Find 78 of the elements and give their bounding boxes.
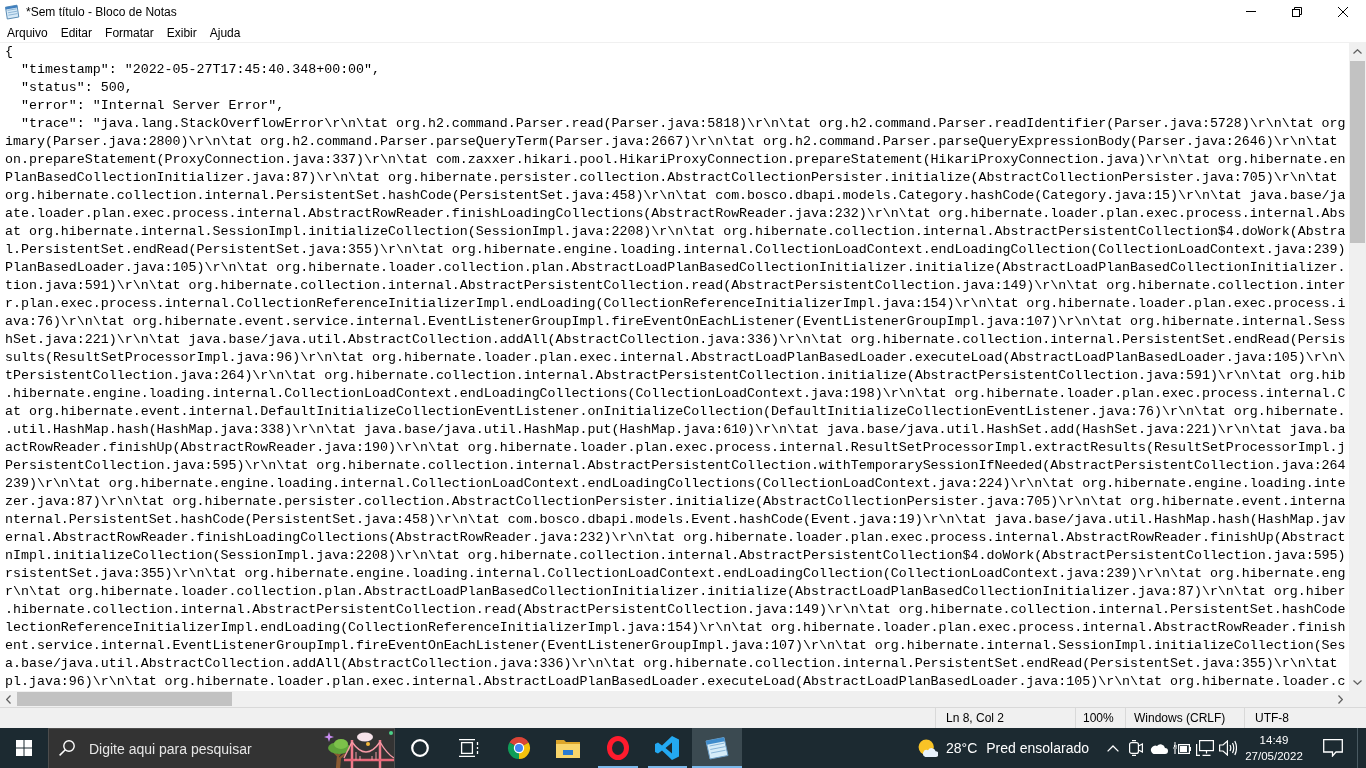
text-line: at org.hibernate.event.internal.DefaultInitializeCollectionEventListener.onInitializeCollection(DefaultInitializeCollectionEventListener.java:76)\r\n\tat org.hibernate.: [5, 403, 1346, 421]
notifications-icon[interactable]: [1323, 739, 1343, 757]
clock-date[interactable]: 27/05/2022: [1245, 748, 1303, 764]
text-line: .hibernate.engine.loading.internal.CollectionLoadContext.endLoadingCollections(CollectionLoadContext.java:198)\r\n\tat org.hibernate.loader.plan.exec.process.internal.C: [5, 385, 1346, 403]
search-field[interactable]: Digite aqui para pesquisar: [48, 728, 395, 768]
cloud-icon[interactable]: [1149, 742, 1168, 754]
text-line: imary(Parser.java:2800)\r\n\tat org.h2.command.Parser.parseQueryTerm(Parser.java:2667)\r\n\tat org.h2.command.Parser.parseQueryExpressionBody(Parser.java:2646)\r\n\tat: [5, 133, 1338, 151]
text-line: actRowReader.finishUp(AbstractRowReader.java:190)\r\n\tat org.hibernate.loader.plan.exec.process.internal.ResultSetProcessorImpl.extractResults(ResultSetProcessorImpl.j: [5, 439, 1346, 457]
text-line: hSet.java:221)\r\n\tat java.base/java.util.AbstractCollection.addAll(AbstractCollection.java:336)\r\n\tat org.hibernate.collection.internal.PersistentSet.endRead(Persis: [5, 331, 1346, 349]
scrollbar-thumb[interactable]: [17, 692, 232, 706]
text-line: a.base/java.util.AbstractCollection.addAll(AbstractCollection.java:336)\r\n\tat org.hibernate.collection.internal.PersistentSet.endRead(PersistentSet.java:355)\r\n\tat: [5, 655, 1338, 673]
sun-cloud-icon[interactable]: [917, 739, 938, 757]
text-line: zer.java:87)\r\n\tat org.hibernate.persister.collection.AbstractCollectionPersister.initialize(AbstractCollectionPersister.java:705)\r\n\tat org.hibernate.event.interna: [5, 493, 1346, 511]
text-line: ate.loader.plan.exec.process.internal.AbstractRowReader.finishLoadingCollections(AbstractRowReader.java:232)\r\n\tat org.hibernate.loader.plan.exec.process.internal.Abs: [5, 205, 1346, 223]
windows-logo-icon[interactable]: [16, 740, 32, 756]
vertical-scrollbar[interactable]: [1349, 43, 1366, 691]
menu-item[interactable]: Exibir: [159, 24, 203, 41]
window-title: *Sem título - Bloco de Notas: [26, 4, 177, 19]
search-icon: [59, 740, 75, 756]
chevron-up-icon[interactable]: [1106, 744, 1119, 752]
letter-o-icon: [606, 736, 629, 760]
text-line: lectionReferenceInitializerImpl.endLoading(CollectionReferenceInitializerImpl.java:154)\r\n\tat org.hibernate.loader.plan.exec.process.internal.AbstractRowReader.finish: [5, 619, 1346, 637]
text-line: rsistentSet.java:355)\r\n\tat org.hibernate.engine.loading.internal.CollectionLoadContext.endLoadingCollection(CollectionLoadContext.java:239)\r\n\tat org.hibernate.eng: [5, 565, 1346, 583]
text-line: .util.HashMap.hash(HashMap.java:338)\r\n\tat java.base/java.util.HashMap.put(HashMap.java:610)\r\n\tat java.base/java.util.HashSet.add(HashSet.java:221)\r\n\tat java.ba: [5, 421, 1346, 439]
close-icon: [1338, 6, 1348, 17]
code-editor-icon: [655, 736, 680, 760]
text-line: nternal.PersistentSet.hashCode(PersistentSet.java:458)\r\n\tat com.bosco.dbapi.models.Event.hashCode(Event.java:19)\r\n\tat java.base/java.util.HashMap.hash(HashMap.jav: [5, 511, 1346, 529]
text-line: {: [5, 43, 13, 61]
chevron-up-icon: [1353, 49, 1362, 54]
text-line: "error": "Internal Server Error",: [19, 97, 285, 115]
menu-item[interactable]: Formatar: [98, 24, 160, 41]
circle-icon[interactable]: [410, 739, 429, 757]
text-line: tion.java:591)\r\n\tat org.hibernate.collection.internal.AbstractPersistentCollection.read(AbstractPersistentCollection.java:149)\r\n\tat org.hibernate.collection.inter: [5, 277, 1346, 295]
text-line: "timestamp": "2022-05-27T17:45:40.348+00:00",: [19, 61, 381, 79]
menu-item[interactable]: Editar: [53, 24, 99, 41]
chevron-left-icon: [6, 694, 11, 704]
temperature-text[interactable]: 28°C: [945, 740, 978, 756]
text-line: .hibernate.collection.internal.AbstractPersistentCollection.read(AbstractPersistentCollection.java:149)\r\n\tat org.hibernate.collection.internal.PersistentSet.hashCode: [5, 601, 1346, 619]
menu-item[interactable]: Ajuda: [202, 24, 247, 41]
speaker-icon[interactable]: [1218, 740, 1237, 756]
text-line: on.prepareStatement(ProxyConnection.java:337)\r\n\tat com.zaxxer.hikari.pool.HikariProxyConnection.prepareStatement(HikariProxyConnection.java)\r\n\tat org.hibernate.en: [5, 151, 1346, 169]
chevron-down-icon: [1353, 680, 1362, 685]
text-line: r\n\tat org.hibernate.loader.collection.plan.AbstractLoadPlanBasedCollectionInitializer.initialize(AbstractLoadPlanBasedCollectionInitializer.java:87)\r\n\tat org.hiber: [5, 583, 1346, 601]
weather-text[interactable]: Pred ensolarado: [986, 740, 1089, 756]
text-line: nImpl.initializeCollection(SessionImpl.java:2208)\r\n\tat org.hibernate.collection.internal.AbstractPersistentCollection$4.doWork(AbstractPersistentCollection.java:595): [5, 547, 1346, 565]
text-line: tPersistentCollection.java:264)\r\n\tat org.hibernate.collection.internal.AbstractPersistentCollection.initialize(AbstractPersistentCollection.java:591)\r\n\tat org.hib: [5, 367, 1346, 385]
browser-icon: [506, 736, 531, 760]
text-line: at org.hibernate.internal.SessionImpl.initializeCollection(SessionImpl.java:2208)\r\n\tat org.hibernate.collection.internal.AbstractPersistentCollection$4.doWork(Abstra: [5, 223, 1346, 241]
text-line: r.plan.exec.process.internal.CollectionReferenceInitializerImpl.endLoading(CollectionReferenceInitializerImpl.java:154)\r\n\tat org.hibernate.loader.plan.exec.process.i: [5, 295, 1346, 313]
task-view-icon[interactable]: [459, 739, 480, 757]
menu-item[interactable]: Arquivo: [0, 24, 54, 41]
text-line: l.PersistentSet.endRead(PersistentSet.java:355)\r\n\tat org.hibernate.engine.loading.internal.CollectionLoadContext.endLoadingCollection(CollectionLoadContext.java:239): [5, 241, 1346, 259]
webcam-icon[interactable]: [1128, 740, 1143, 756]
text-line: PersistentCollection.java:595)\r\n\tat org.hibernate.collection.internal.AbstractPersistentCollection.withTemporarySessionIfNeeded(AbstractPersistentCollection.java:264: [5, 457, 1346, 475]
text-line: ent.service.internal.EventListenerGroupImpl.fireEventOnEachListener(EventListenerGroupImpl.java:107)\r\n\tat org.hibernate.internal.SessionImpl.initializeCollection(Ses: [5, 637, 1346, 655]
text-line: pl.java:96)\r\n\tat org.hibernate.loader.plan.exec.internal.AbstractLoadPlanBasedLoader.executeLoad(AbstractLoadPlanBasedLoader.java:105)\r\n\tat org.hibernate.loader.c: [5, 673, 1346, 691]
taskbar-app-button[interactable]: [692, 728, 742, 768]
horizontal-scrollbar[interactable]: [0, 691, 1349, 707]
network-monitor-icon[interactable]: [1195, 740, 1214, 756]
clock-time[interactable]: 14:49: [1259, 732, 1289, 748]
notepad-icon: [704, 736, 729, 760]
minimize-icon: [1246, 11, 1256, 12]
scrollbar-thumb[interactable]: [1350, 61, 1365, 243]
text-line: PlanBasedLoader.java:105)\r\n\tat org.hibernate.loader.collection.plan.AbstractLoadPlanBasedCollectionInitializer.initialize(AbstractLoadPlanBasedCollectionInitializer.: [5, 259, 1346, 277]
folder-icon: [556, 738, 581, 758]
text-line: ava:76)\r\n\tat org.hibernate.event.service.internal.EventListenerGroupImpl.fireEventOnEachListener(EventListenerGroupImpl.java:107)\r\n\tat org.hibernate.internal.Sess: [5, 313, 1346, 331]
text-line: "trace": "java.lang.StackOverflowError\r\n\tat org.h2.command.Parser.read(Parser.java:5818)\r\n\tat org.h2.command.Parser.readIdentifier(Parser.java:5728)\r\n\tat org: [19, 115, 1346, 133]
tree-bridge-illustration: [324, 730, 394, 768]
text-line: PlanBasedCollectionInitializer.java:87)\r\n\tat org.hibernate.persister.collection.AbstractCollectionPersister.initialize(AbstractCollectionPersister.java:705)\r\n\tat: [5, 169, 1338, 187]
text-line: ernal.AbstractRowReader.finishLoadingCollections(AbstractRowReader.java:232)\r\n\tat org.hibernate.loader.plan.exec.process.internal.AbstractRowReader.finishUp(Abstract: [5, 529, 1346, 547]
restore-icon: [1292, 6, 1302, 17]
text-line: 239)\r\n\tat org.hibernate.engine.loading.internal.CollectionLoadContext.endLoadingCollections(CollectionLoadContext.java:224)\r\n\tat org.hibernate.engine.loading.inte: [5, 475, 1346, 493]
text-line: "status": 500,: [19, 79, 133, 97]
text-line: sults(ResultSetProcessorImpl.java:96)\r\n\tat org.hibernate.loader.plan.exec.internal.AbstractLoadPlanBasedLoader.executeLoad(AbstractLoadPlanBasedLoader.java:105)\r\n\: [5, 349, 1346, 367]
battery-plug-icon[interactable]: [1172, 742, 1191, 754]
text-line: org.hibernate.collection.internal.PersistentSet.hashCode(PersistentSet.java:458)\r\n\tat com.bosco.dbapi.models.Category.hashCode(Category.java:15)\r\n\tat java.base/ja: [5, 187, 1346, 205]
notepad-icon: [4, 3, 20, 20]
chevron-right-icon: [1338, 694, 1343, 704]
